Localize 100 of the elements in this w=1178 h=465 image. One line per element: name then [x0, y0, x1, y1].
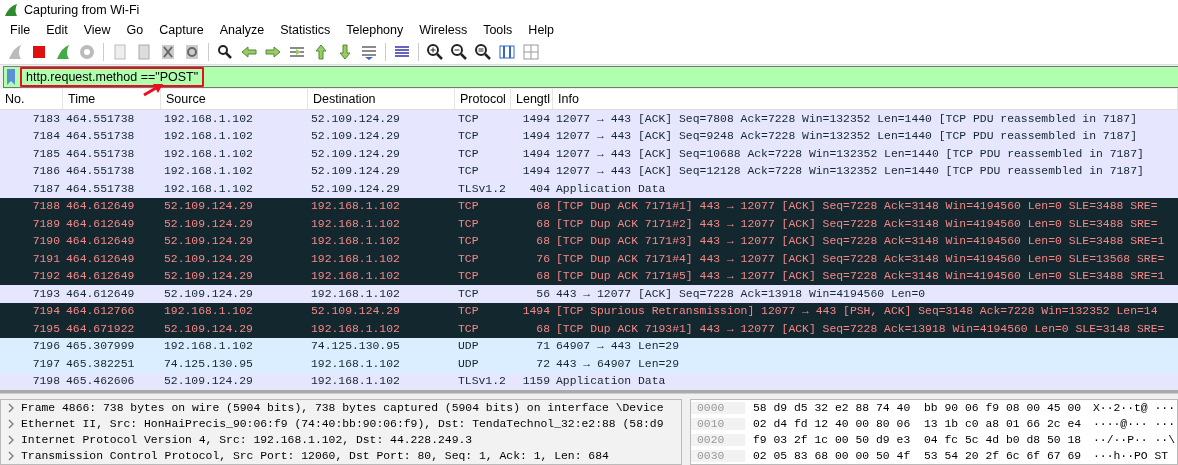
- table-cell-text: 52.109.124.29: [163, 270, 254, 283]
- table-cell-text: 192.168.1.102: [163, 112, 254, 125]
- menu-item[interactable]: Capture: [151, 23, 212, 38]
- column-header[interactable]: Lengtl: [511, 88, 553, 109]
- table-cell-text: TLSv1.2: [457, 182, 507, 195]
- table-cell-text: 464.671922: [65, 322, 136, 335]
- table-cell-text: 7198: [31, 375, 61, 388]
- packet-row[interactable]: 7183 464.551738 192.168.1.102 52.109.124.29 TCP 1494 12077 → 443 [ACK] Seq=7808 Ack=7228 Win=132352 Len=1440 [TCP PDU reassembled in 7187]: [0, 110, 1178, 128]
- hex-offset: 0030: [691, 450, 745, 462]
- table-cell-text: UDP: [457, 340, 480, 353]
- table-cell-text: TCP: [457, 322, 480, 335]
- table-cell-text: 76: [535, 252, 551, 265]
- ascii-text: ··/··P·· ··\: [1093, 434, 1176, 446]
- table-cell-text: 464.612766: [65, 305, 136, 318]
- packet-row[interactable]: 7185 464.551738 192.168.1.102 52.109.124.29 TCP 1494 12077 → 443 [ACK] Seq=10688 Ack=7228 Win=132352 Len=1440 [TCP PDU reassembled in 7187]: [0, 145, 1178, 163]
- table-cell-text: 192.168.1.102: [310, 252, 401, 265]
- table-cell-text: 7187: [31, 182, 61, 195]
- table-cell-text: 192.168.1.102: [310, 200, 401, 213]
- table-cell-text: 192.168.1.102: [163, 305, 254, 318]
- table-cell-text: 464.612649: [65, 270, 136, 283]
- column-header[interactable]: Destination: [308, 88, 455, 109]
- table-cell-text: 52.109.124.29: [310, 147, 401, 160]
- hex-bytes: 58 d9 d5 32 e2 88 74 40 bb 90 06 f9 08 00 45 00: [752, 402, 1083, 414]
- table-cell-text: TCP: [457, 130, 480, 143]
- table-cell-text: 7193: [31, 287, 61, 300]
- bookmark-icon[interactable]: [6, 68, 16, 85]
- table-cell-text: 7197: [31, 357, 61, 370]
- menu-item[interactable]: Statistics: [272, 23, 339, 38]
- table-cell-text: 464.551738: [65, 112, 136, 125]
- column-header[interactable]: No.: [0, 88, 63, 109]
- menu-item[interactable]: Help: [520, 23, 563, 38]
- chevron-right-icon[interactable]: [7, 419, 15, 429]
- table-cell-text: 1494: [521, 112, 551, 125]
- table-cell-text: 192.168.1.102: [310, 322, 401, 335]
- table-cell-text: 12077 → 443 [ACK] Seq=9248 Ack=7228 Win=132352 Len=1440 [TCP PDU reassembled in 7187]: [555, 130, 1139, 143]
- hex-offset: 0010: [691, 418, 745, 430]
- table-cell-text: TCP: [457, 217, 480, 230]
- table-cell-text: [TCP Dup ACK 7171#4] 443 → 12077 [ACK] Seq=7228 Ack=3148 Win=4194560 Len=0 SLE=13568 SRE=: [555, 252, 1166, 265]
- table-cell-text: 68: [535, 270, 551, 283]
- table-cell-text: 52.109.124.29: [163, 322, 254, 335]
- table-cell-text: 192.168.1.102: [310, 357, 401, 370]
- packet-row[interactable]: 7189 464.612649 52.109.124.29 192.168.1.102 TCP 68 [TCP Dup ACK 7171#2] 443 → 12077 [ACK] Seq=7228 Ack=3148 Win=4194560 Len=0 SLE=3488 SRE=: [0, 215, 1178, 233]
- chevron-right-icon[interactable]: [7, 451, 15, 461]
- table-cell-text: 464.612649: [65, 200, 136, 213]
- packet-row[interactable]: 7191 464.612649 52.109.124.29 192.168.1.102 TCP 76 [TCP Dup ACK 7171#4] 443 → 12077 [ACK] Seq=7228 Ack=3148 Win=4194560 Len=0 SLE=13568 SRE=: [0, 250, 1178, 268]
- menu-item[interactable]: Telephony: [338, 23, 412, 38]
- table-cell-text: TCP: [457, 235, 480, 248]
- table-cell-text: 64907 → 443 Len=29: [555, 340, 681, 353]
- packet-row[interactable]: 7195 464.671922 52.109.124.29 192.168.1.102 TCP 68 [TCP Dup ACK 7193#1] 443 → 12077 [ACK] Seq=7228 Ack=13918 Win=4194560 Len=0 SLE=3148 SRE=: [0, 320, 1178, 338]
- menu-item[interactable]: Analyze: [211, 23, 273, 38]
- table-cell-text: 464.612649: [65, 217, 136, 230]
- table-cell-text: 52.109.124.29: [163, 235, 254, 248]
- window-title: Capturing from Wi-Fi: [24, 3, 140, 18]
- display-filter-field[interactable]: http.request.method =="POST": [3, 65, 1178, 88]
- column-header[interactable]: Protocol: [455, 88, 511, 109]
- table-cell-text: TCP: [457, 287, 480, 300]
- ascii-text: X··2··t@ ···: [1093, 402, 1176, 414]
- table-cell-text: TCP: [457, 270, 480, 283]
- hex-bytes: 02 d4 fd 12 40 00 80 06 13 1b c0 a8 01 66 2c e4: [752, 418, 1083, 430]
- table-cell-text: 12077 → 443 [ACK] Seq=10688 Ack=7228 Win=132352 Len=1440 [TCP PDU reassembled in 7187]: [555, 147, 1145, 160]
- table-cell-text: 1159: [521, 375, 551, 388]
- table-cell-text: Application Data: [555, 375, 667, 388]
- table-cell-text: 192.168.1.102: [163, 147, 254, 160]
- menu-item[interactable]: Go: [118, 23, 152, 38]
- table-cell-text: 192.168.1.102: [310, 270, 401, 283]
- column-header[interactable]: Time: [63, 88, 161, 109]
- table-cell-text: TCP: [457, 112, 480, 125]
- menu-item[interactable]: View: [75, 23, 119, 38]
- table-cell-text: TCP: [457, 165, 480, 178]
- table-cell-text: TCP: [457, 252, 480, 265]
- packet-row[interactable]: 7193 464.612649 52.109.124.29 192.168.1.102 TCP 56 443 → 12077 [ACK] Seq=7228 Ack=13918 Win=4194560 Len=0: [0, 285, 1178, 303]
- packet-row[interactable]: 7197 465.382251 74.125.130.95 192.168.1.102 UDP 72 443 → 64907 Len=29: [0, 355, 1178, 373]
- table-cell-text: [TCP Dup ACK 7171#5] 443 → 12077 [ACK] Seq=7228 Ack=3148 Win=4194560 Len=0 SLE=3488 SRE=1: [555, 270, 1166, 283]
- table-cell-text: 68: [535, 235, 551, 248]
- table-cell-text: 192.168.1.102: [163, 340, 254, 353]
- table-cell-text: 52.109.124.29: [163, 287, 254, 300]
- table-cell-text: 192.168.1.102: [310, 375, 401, 388]
- table-cell-text: 68: [535, 217, 551, 230]
- menu-item[interactable]: File: [2, 23, 39, 38]
- menu-item[interactable]: Edit: [38, 23, 76, 38]
- menu-item[interactable]: Tools: [475, 23, 521, 38]
- table-cell-text: 443 → 12077 [ACK] Seq=7228 Ack=13918 Win=4194560 Len=0: [555, 287, 927, 300]
- table-cell-text: 464.551738: [65, 182, 136, 195]
- table-cell-text: 464.612649: [65, 235, 136, 248]
- chevron-right-icon[interactable]: [7, 435, 15, 445]
- table-cell-text: 12077 → 443 [ACK] Seq=12128 Ack=7228 Win=132352 Len=1440 [TCP PDU reassembled in 7187]: [555, 165, 1145, 178]
- table-cell-text: 7186: [31, 165, 61, 178]
- hex-bytes: 02 05 83 68 00 00 50 4f 53 54 20 2f 6c 6f 67 69: [752, 450, 1083, 462]
- column-header[interactable]: Source: [161, 88, 308, 109]
- table-cell-text: 52.109.124.29: [310, 165, 401, 178]
- table-cell-text: 192.168.1.102: [310, 217, 401, 230]
- column-header[interactable]: Info: [553, 88, 1178, 109]
- table-cell-text: 464.612649: [65, 252, 136, 265]
- packet-row[interactable]: 7187 464.551738 192.168.1.102 52.109.124.29 TLSv1.2 404 Application Data: [0, 180, 1178, 198]
- ascii-text: ····@··· ···: [1093, 418, 1176, 430]
- hex-offset: 0020: [691, 434, 745, 446]
- table-cell-text: [TCP Dup ACK 7171#1] 443 → 12077 [ACK] Seq=7228 Ack=3148 Win=4194560 Len=0 SLE=3488 SRE=: [555, 200, 1159, 213]
- menu-item[interactable]: Wireless: [411, 23, 476, 38]
- table-cell-text: 464.551738: [65, 165, 136, 178]
- chevron-right-icon[interactable]: [7, 403, 15, 413]
